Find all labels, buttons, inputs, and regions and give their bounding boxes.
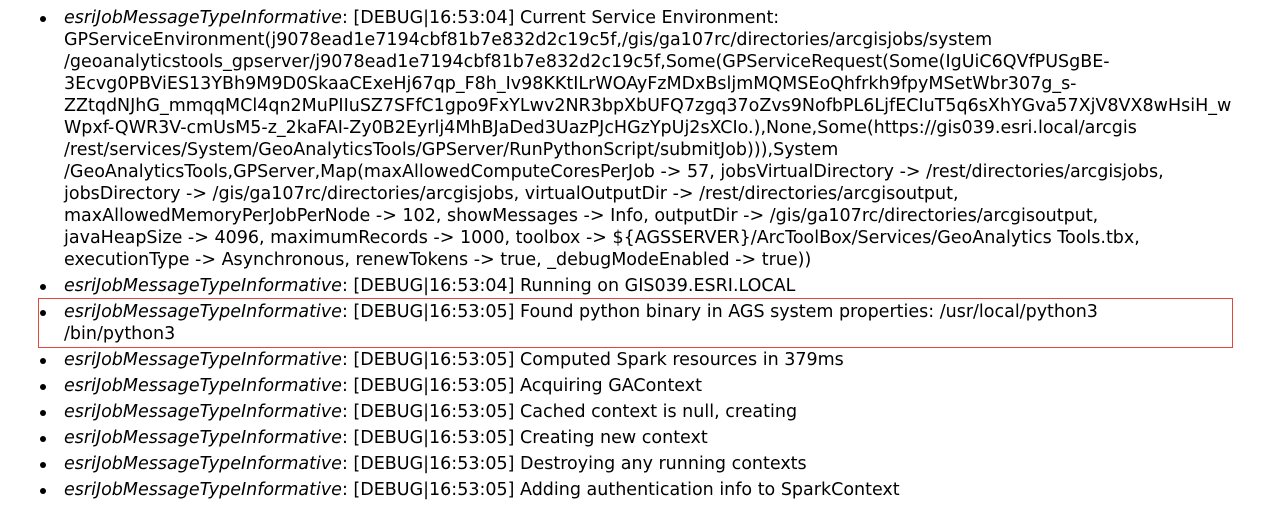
message-text: /rest/services/System/GeoAnalyticsTools/… [64, 140, 839, 160]
log-entry: esriJobMessageTypeInformative: [DEBUG|16… [40, 453, 1273, 475]
message-text: maxAllowedMemoryPerJobPerNode -> 102, sh… [64, 206, 1099, 226]
message-text: Wpxf-QWR3V-cmUsM5-z_2kaFAI-Zy0B2Eyrlj4Mh… [64, 118, 1137, 138]
bullet-icon [40, 462, 46, 468]
message-type: esriJobMessageTypeInformative [64, 428, 342, 448]
message-text: : [DEBUG|16:53:04] Current Service Envir… [341, 8, 780, 28]
message-text: 3Ecvg0PBViES13YBh9M9D0SkaaCExeHj67qp_F8h… [64, 74, 1077, 94]
message-text: ZZtqdNJhG_mmqqMCl4qn2MuPIIuSZ7SFfC1gpo9F… [64, 96, 1232, 116]
message-type: esriJobMessageTypeInformative [64, 8, 342, 28]
log-entry: esriJobMessageTypeInformative: [DEBUG|16… [40, 7, 1273, 271]
log-entry-highlighted: esriJobMessageTypeInformative: [DEBUG|16… [40, 301, 1273, 345]
message-type: esriJobMessageTypeInformative [64, 402, 342, 422]
log-entry: esriJobMessageTypeInformative: [DEBUG|16… [40, 401, 1273, 423]
message-text: : [DEBUG|16:53:05] Destroying any runnin… [341, 454, 807, 474]
bullet-icon [40, 488, 46, 494]
bullet-icon [40, 436, 46, 442]
message-text: /bin/python3 [64, 324, 176, 344]
message-text: : [DEBUG|16:53:05] Computed Spark resour… [341, 350, 844, 370]
message-text: javaHeapSize -> 4096, maximumRecords -> … [64, 228, 1140, 248]
bullet-icon [40, 16, 46, 22]
message-type: esriJobMessageTypeInformative [64, 376, 342, 396]
message-type: esriJobMessageTypeInformative [64, 302, 342, 322]
bullet-icon [40, 410, 46, 416]
bullet-icon [40, 284, 46, 290]
log-entry: esriJobMessageTypeInformative: [DEBUG|16… [40, 375, 1273, 397]
message-text: /geoanalyticstools_gpserver/j9078ead1e71… [64, 52, 1110, 72]
message-text: GPServiceEnvironment(j9078ead1e7194cbf81… [64, 30, 993, 50]
job-message-list: esriJobMessageTypeInformative: [DEBUG|16… [40, 7, 1273, 505]
log-entry: esriJobMessageTypeInformative: [DEBUG|16… [40, 275, 1273, 297]
message-text: : [DEBUG|16:53:05] Adding authentication… [341, 480, 900, 500]
message-type: esriJobMessageTypeInformative [64, 480, 342, 500]
log-entry: esriJobMessageTypeInformative: [DEBUG|16… [40, 427, 1273, 449]
message-text: : [DEBUG|16:53:05] Acquiring GAContext [341, 376, 702, 396]
message-text: executionType -> Asynchronous, renewToke… [64, 250, 812, 270]
message-text: : [DEBUG|16:53:04] Running on GIS039.ESR… [341, 276, 796, 296]
message-type: esriJobMessageTypeInformative [64, 276, 342, 296]
message-type: esriJobMessageTypeInformative [64, 454, 342, 474]
bullet-icon [40, 310, 46, 316]
message-text: jobsDirectory -> /gis/ga107rc/directorie… [64, 184, 959, 204]
message-text: : [DEBUG|16:53:05] Found python binary i… [341, 302, 1098, 322]
bullet-icon [40, 384, 46, 390]
message-text: : [DEBUG|16:53:05] Creating new context [341, 428, 708, 448]
message-text: /GeoAnalyticsTools,GPServer,Map(maxAllow… [64, 162, 1164, 182]
message-type: esriJobMessageTypeInformative [64, 350, 342, 370]
bullet-icon [40, 358, 46, 364]
log-entry: esriJobMessageTypeInformative: [DEBUG|16… [40, 479, 1273, 501]
log-entry: esriJobMessageTypeInformative: [DEBUG|16… [40, 349, 1273, 371]
message-text: : [DEBUG|16:53:05] Cached context is nul… [341, 402, 798, 422]
